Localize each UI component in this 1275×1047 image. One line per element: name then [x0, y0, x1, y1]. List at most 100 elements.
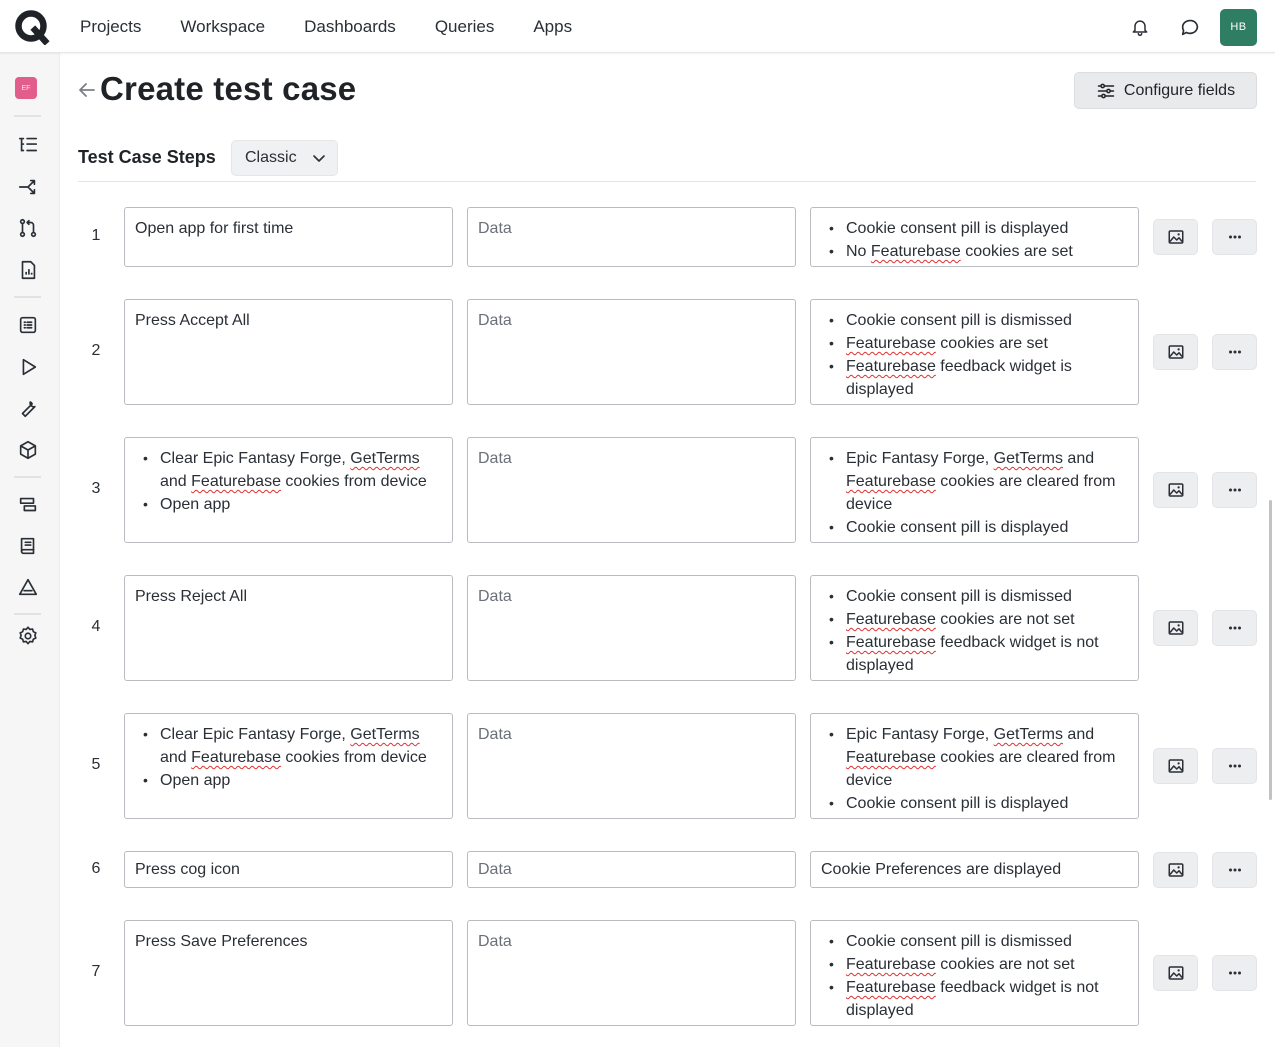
attach-image-button[interactable] — [1153, 748, 1198, 784]
attach-image-button[interactable] — [1153, 851, 1198, 888]
text-content: Press Save Preferences — [135, 933, 308, 950]
bullet-item: Featurebase feedback widget is not displ… — [821, 631, 1128, 677]
bullet-item: Cookie consent pill is dismissed — [821, 930, 1128, 953]
step-action-field[interactable]: Press Reject All — [124, 575, 453, 681]
step-number: 6 — [91, 859, 101, 877]
sidebar-item-test-plans[interactable] — [16, 313, 40, 337]
sidebar-item-environments[interactable] — [16, 438, 40, 462]
text-content: Cookie consent pill is displayed — [846, 220, 1069, 237]
bullet-list: Clear Epic Fantasy Forge, GetTerms and F… — [135, 447, 442, 516]
step-data-field[interactable]: Data — [467, 851, 796, 888]
text-content: Cookie consent pill is displayed — [846, 519, 1069, 536]
step-more-options-button[interactable] — [1212, 851, 1257, 888]
data-placeholder: Data — [478, 588, 512, 605]
step-expected-result-field[interactable]: Epic Fantasy Forge, GetTerms and Feature… — [810, 713, 1139, 819]
attach-image-button[interactable] — [1153, 472, 1198, 508]
more-horizontal-icon — [1228, 626, 1241, 630]
messages-button[interactable] — [1170, 8, 1210, 46]
sidebar-item-documentation[interactable] — [16, 534, 40, 558]
cube-icon — [19, 440, 37, 460]
step-expected-result-field[interactable]: Cookie consent pill is dismissed Featureb… — [810, 299, 1139, 405]
step-action-field[interactable]: Press Save Preferences — [124, 920, 453, 1026]
text-content: Clear Epic Fantasy Forge, GetTerms and F… — [160, 450, 427, 490]
nav-apps[interactable]: Apps — [533, 17, 572, 37]
step-more-options-button[interactable] — [1212, 955, 1257, 991]
sidebar-item-defects[interactable] — [16, 575, 40, 599]
step-expected-result-field[interactable]: Cookie consent pill is displayed No Featu… — [810, 207, 1139, 267]
step-data-field[interactable]: Data — [467, 299, 796, 405]
bullet-item: Featurebase cookies are set — [821, 332, 1128, 355]
chevron-down-icon — [312, 155, 325, 162]
step-more-options-button[interactable] — [1212, 334, 1257, 370]
nav-workspace[interactable]: Workspace — [180, 17, 265, 37]
sidebar-item-reports[interactable] — [16, 258, 40, 282]
sidebar-item-test-runs[interactable] — [16, 355, 40, 379]
gear-icon — [19, 626, 37, 645]
step-number: 4 — [91, 618, 101, 635]
notifications-button[interactable] — [1120, 8, 1160, 46]
bullet-item: Epic Fantasy Forge, GetTerms and Feature… — [821, 447, 1128, 516]
page-title: Create test case — [100, 70, 357, 107]
step-number: 3 — [91, 480, 101, 497]
configure-fields-button[interactable]: Configure fields — [1074, 72, 1257, 109]
bullet-list: Epic Fantasy Forge, GetTerms and Feature… — [821, 723, 1128, 815]
step-action-field[interactable]: Press Accept All — [124, 299, 453, 405]
steps-mode-select[interactable]: Classic — [231, 140, 338, 176]
step-expected-result-field[interactable]: Epic Fantasy Forge, GetTerms and Feature… — [810, 437, 1139, 543]
data-placeholder: Data — [478, 726, 512, 743]
step-action-field[interactable]: Clear Epic Fantasy Forge, GetTerms and F… — [124, 713, 453, 819]
step-more-options-button[interactable] — [1212, 472, 1257, 508]
sidebar-item-settings[interactable] — [16, 624, 40, 648]
sidebar-item-settings-tools[interactable] — [16, 396, 40, 420]
data-placeholder: Data — [478, 312, 512, 329]
attach-image-button[interactable] — [1153, 219, 1198, 255]
bullet-item: No Featurebase cookies are set — [821, 240, 1128, 263]
attach-image-button[interactable] — [1153, 955, 1198, 991]
nav-projects[interactable]: Projects — [80, 17, 141, 37]
user-avatar[interactable]: HB — [1220, 8, 1257, 46]
step-expected-result-field[interactable]: Cookie consent pill is dismissed Featureb… — [810, 575, 1139, 681]
sidebar-item-shared-steps[interactable] — [16, 175, 40, 199]
back-arrow-icon[interactable] — [77, 80, 97, 100]
step-data-field[interactable]: Data — [467, 713, 796, 819]
configure-fields-label: Configure fields — [1123, 81, 1236, 99]
bullet-list: Cookie consent pill is dismissed Featureb… — [821, 309, 1128, 401]
step-data-field[interactable]: Data — [467, 207, 796, 267]
step-more-options-button[interactable] — [1212, 610, 1257, 646]
scrollbar[interactable] — [1269, 500, 1272, 800]
top-right-actions: HB — [1120, 8, 1257, 46]
left-sidebar: EF — [0, 53, 60, 1047]
project-badge[interactable]: EF — [15, 77, 37, 99]
text-content: Featurebase cookies are set — [846, 335, 1048, 352]
sidebar-item-pull-requests[interactable] — [16, 216, 40, 240]
step-action-field[interactable]: Open app for first time — [124, 207, 453, 267]
step-data-field[interactable]: Data — [467, 437, 796, 543]
step-expected-result-field[interactable]: Cookie consent pill is dismissed Featureb… — [810, 920, 1139, 1026]
text-content: Clear Epic Fantasy Forge, GetTerms and F… — [160, 726, 427, 766]
nav-queries[interactable]: Queries — [435, 17, 495, 37]
chat-bubble-icon — [1181, 19, 1199, 36]
step-action-field[interactable]: Clear Epic Fantasy Forge, GetTerms and F… — [124, 437, 453, 543]
step-more-options-button[interactable] — [1212, 748, 1257, 784]
text-content: Epic Fantasy Forge, GetTerms and Feature… — [846, 726, 1116, 789]
bullet-list: Epic Fantasy Forge, GetTerms and Feature… — [821, 447, 1128, 539]
sidebar-item-milestones[interactable] — [16, 493, 40, 517]
attach-image-button[interactable] — [1153, 610, 1198, 646]
bullet-item: Clear Epic Fantasy Forge, GetTerms and F… — [135, 723, 442, 769]
step-data-field[interactable]: Data — [467, 575, 796, 681]
attach-image-button[interactable] — [1153, 334, 1198, 370]
nav-dashboards[interactable]: Dashboards — [304, 17, 396, 37]
text-content: Cookie consent pill is dismissed — [846, 312, 1072, 329]
warning-triangle-icon — [18, 578, 38, 596]
more-horizontal-icon — [1228, 488, 1241, 492]
text-content: Press cog icon — [135, 861, 240, 878]
data-placeholder: Data — [478, 220, 512, 237]
qase-logo-icon[interactable] — [14, 9, 50, 45]
image-icon — [1168, 230, 1183, 244]
text-content: Featurebase cookies are not set — [846, 611, 1075, 628]
step-data-field[interactable]: Data — [467, 920, 796, 1026]
step-action-field[interactable]: Press cog icon — [124, 851, 453, 888]
sidebar-item-repository[interactable] — [16, 133, 40, 157]
step-expected-result-field[interactable]: Cookie Preferences are displayed — [810, 851, 1139, 888]
step-more-options-button[interactable] — [1212, 219, 1257, 255]
